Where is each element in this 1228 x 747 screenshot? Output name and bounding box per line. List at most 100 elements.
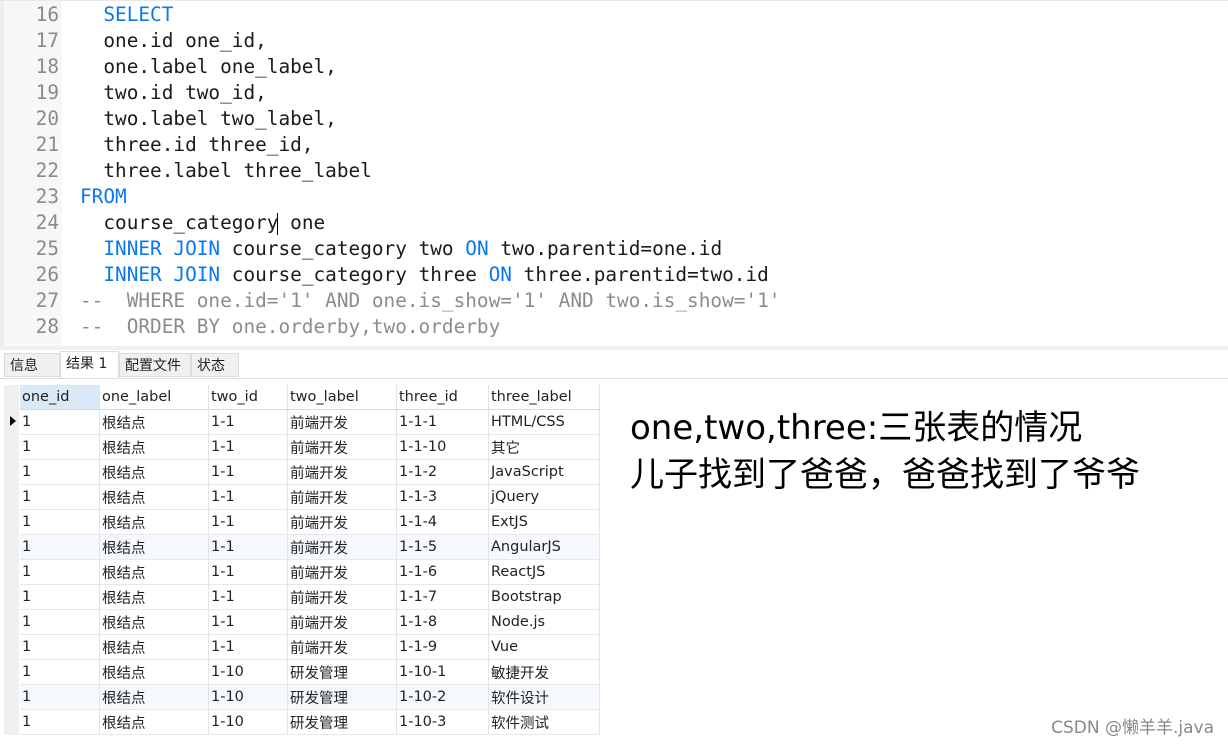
cell-two_label[interactable]: 前端开发 xyxy=(287,484,397,510)
cell-two_id[interactable]: 1-1 xyxy=(208,534,288,560)
cell-two_id[interactable]: 1-10 xyxy=(208,684,288,710)
cell-one_label[interactable]: 根结点 xyxy=(99,609,209,635)
cell-two_label[interactable]: 前端开发 xyxy=(287,609,397,635)
cell-two_label[interactable]: 前端开发 xyxy=(287,459,397,485)
cell-three_label[interactable]: jQuery xyxy=(488,484,600,510)
cell-three_label[interactable]: 软件设计 xyxy=(488,684,600,710)
cell-three_id[interactable]: 1-1-10 xyxy=(396,434,489,460)
cell-three_label[interactable]: ReactJS xyxy=(488,559,600,585)
cell-three_id[interactable]: 1-1-9 xyxy=(396,634,489,660)
cell-three_id[interactable]: 1-1-7 xyxy=(396,584,489,610)
table-row[interactable]: 1 根结点 1-1 前端开发 1-1-10 其它 xyxy=(20,434,600,460)
cell-two_id[interactable]: 1-10 xyxy=(208,659,288,685)
table-row[interactable]: 1 根结点 1-1 前端开发 1-1-8 Node.js xyxy=(20,609,600,635)
cell-one_label[interactable]: 根结点 xyxy=(99,484,209,510)
cell-one_id[interactable]: 1 xyxy=(20,534,100,560)
cell-two_label[interactable]: 前端开发 xyxy=(287,534,397,560)
cell-one_label[interactable]: 根结点 xyxy=(99,434,209,460)
cell-three_id[interactable]: 1-1-3 xyxy=(396,484,489,510)
cell-one_label[interactable]: 根结点 xyxy=(99,634,209,660)
cell-three_label[interactable]: HTML/CSS xyxy=(488,409,600,435)
cell-one_label[interactable]: 根结点 xyxy=(99,509,209,535)
column-header-two_id[interactable]: two_id xyxy=(208,385,288,410)
cell-two_label[interactable]: 前端开发 xyxy=(287,509,397,535)
column-header-one_label[interactable]: one_label xyxy=(99,385,209,410)
cell-one_id[interactable]: 1 xyxy=(20,709,100,735)
cell-two_label[interactable]: 前端开发 xyxy=(287,634,397,660)
cell-three_label[interactable]: Vue xyxy=(488,634,600,660)
tab-1[interactable]: 结果 1 xyxy=(60,351,119,378)
table-row[interactable]: 1 根结点 1-10 研发管理 1-10-2 软件设计 xyxy=(20,684,600,710)
column-header-two_label[interactable]: two_label xyxy=(287,385,397,410)
cell-three_label[interactable]: AngularJS xyxy=(488,534,600,560)
cell-two_label[interactable]: 前端开发 xyxy=(287,409,397,435)
cell-one_id[interactable]: 1 xyxy=(20,484,100,510)
table-row[interactable]: 1 根结点 1-1 前端开发 1-1-5 AngularJS xyxy=(20,534,600,560)
cell-three_id[interactable]: 1-10-3 xyxy=(396,709,489,735)
table-row[interactable]: 1 根结点 1-1 前端开发 1-1-4 ExtJS xyxy=(20,509,600,535)
tab-0[interactable]: 信息 xyxy=(4,353,60,377)
cell-one_label[interactable]: 根结点 xyxy=(99,559,209,585)
cell-one_id[interactable]: 1 xyxy=(20,459,100,485)
cell-one_id[interactable]: 1 xyxy=(20,584,100,610)
cell-one_id[interactable]: 1 xyxy=(20,559,100,585)
cell-one_id[interactable]: 1 xyxy=(20,509,100,535)
cell-three_id[interactable]: 1-1-8 xyxy=(396,609,489,635)
cell-one_id[interactable]: 1 xyxy=(20,634,100,660)
cell-one_id[interactable]: 1 xyxy=(20,684,100,710)
cell-two_id[interactable]: 1-1 xyxy=(208,459,288,485)
cell-three_label[interactable]: 软件测试 xyxy=(488,709,600,735)
cell-three_id[interactable]: 1-1-2 xyxy=(396,459,489,485)
cell-three_label[interactable]: Bootstrap xyxy=(488,584,600,610)
tab-2[interactable]: 配置文件 xyxy=(119,353,191,377)
cell-one_label[interactable]: 根结点 xyxy=(99,459,209,485)
table-row[interactable]: 1 根结点 1-10 研发管理 1-10-3 软件测试 xyxy=(20,709,600,735)
cell-three_id[interactable]: 1-10-1 xyxy=(396,659,489,685)
cell-three_id[interactable]: 1-1-1 xyxy=(396,409,489,435)
table-row[interactable]: 1 根结点 1-1 前端开发 1-1-7 Bootstrap xyxy=(20,584,600,610)
cell-three_id[interactable]: 1-1-5 xyxy=(396,534,489,560)
cell-three_label[interactable]: 敏捷开发 xyxy=(488,659,600,685)
cell-one_label[interactable]: 根结点 xyxy=(99,409,209,435)
cell-three_label[interactable]: ExtJS xyxy=(488,509,600,535)
table-row[interactable]: 1 根结点 1-10 研发管理 1-10-1 敏捷开发 xyxy=(20,659,600,685)
cell-one_id[interactable]: 1 xyxy=(20,434,100,460)
column-header-three_id[interactable]: three_id xyxy=(396,385,489,410)
cell-one_id[interactable]: 1 xyxy=(20,409,100,435)
cell-two_label[interactable]: 前端开发 xyxy=(287,584,397,610)
cell-two_id[interactable]: 1-1 xyxy=(208,484,288,510)
table-row[interactable]: 1 根结点 1-1 前端开发 1-1-2 JavaScript xyxy=(20,459,600,485)
cell-two_id[interactable]: 1-1 xyxy=(208,609,288,635)
cell-three_id[interactable]: 1-10-2 xyxy=(396,684,489,710)
sql-editor[interactable]: 16 SELECT 17 one.id one_id, 18 one.label o… xyxy=(0,0,1228,347)
cell-one_label[interactable]: 根结点 xyxy=(99,684,209,710)
cell-three_id[interactable]: 1-1-6 xyxy=(396,559,489,585)
cell-three_id[interactable]: 1-1-4 xyxy=(396,509,489,535)
cell-two_id[interactable]: 1-1 xyxy=(208,559,288,585)
column-header-three_label[interactable]: three_label xyxy=(488,385,600,410)
cell-one_id[interactable]: 1 xyxy=(20,609,100,635)
cell-two_label[interactable]: 研发管理 xyxy=(287,684,397,710)
column-header-one_id[interactable]: one_id xyxy=(20,385,100,410)
cell-one_id[interactable]: 1 xyxy=(20,659,100,685)
cell-two_label[interactable]: 研发管理 xyxy=(287,709,397,735)
result-table[interactable]: one_id one_label two_id two_label three_id th… xyxy=(20,385,600,735)
table-row[interactable]: 1 根结点 1-1 前端开发 1-1-3 jQuery xyxy=(20,484,600,510)
cell-two_label[interactable]: 前端开发 xyxy=(287,559,397,585)
cell-two_id[interactable]: 1-1 xyxy=(208,409,288,435)
cell-three_label[interactable]: Node.js xyxy=(488,609,600,635)
cell-three_label[interactable]: 其它 xyxy=(488,434,600,460)
cell-two_label[interactable]: 前端开发 xyxy=(287,434,397,460)
splitter[interactable] xyxy=(0,346,1228,350)
cell-two_id[interactable]: 1-1 xyxy=(208,434,288,460)
table-row[interactable]: 1 根结点 1-1 前端开发 1-1-1 HTML/CSS xyxy=(20,409,600,435)
cell-three_label[interactable]: JavaScript xyxy=(488,459,600,485)
cell-two_id[interactable]: 1-10 xyxy=(208,709,288,735)
cell-one_label[interactable]: 根结点 xyxy=(99,659,209,685)
cell-two_label[interactable]: 研发管理 xyxy=(287,659,397,685)
table-row[interactable]: 1 根结点 1-1 前端开发 1-1-6 ReactJS xyxy=(20,559,600,585)
cell-two_id[interactable]: 1-1 xyxy=(208,584,288,610)
cell-one_label[interactable]: 根结点 xyxy=(99,534,209,560)
cell-two_id[interactable]: 1-1 xyxy=(208,634,288,660)
table-row[interactable]: 1 根结点 1-1 前端开发 1-1-9 Vue xyxy=(20,634,600,660)
